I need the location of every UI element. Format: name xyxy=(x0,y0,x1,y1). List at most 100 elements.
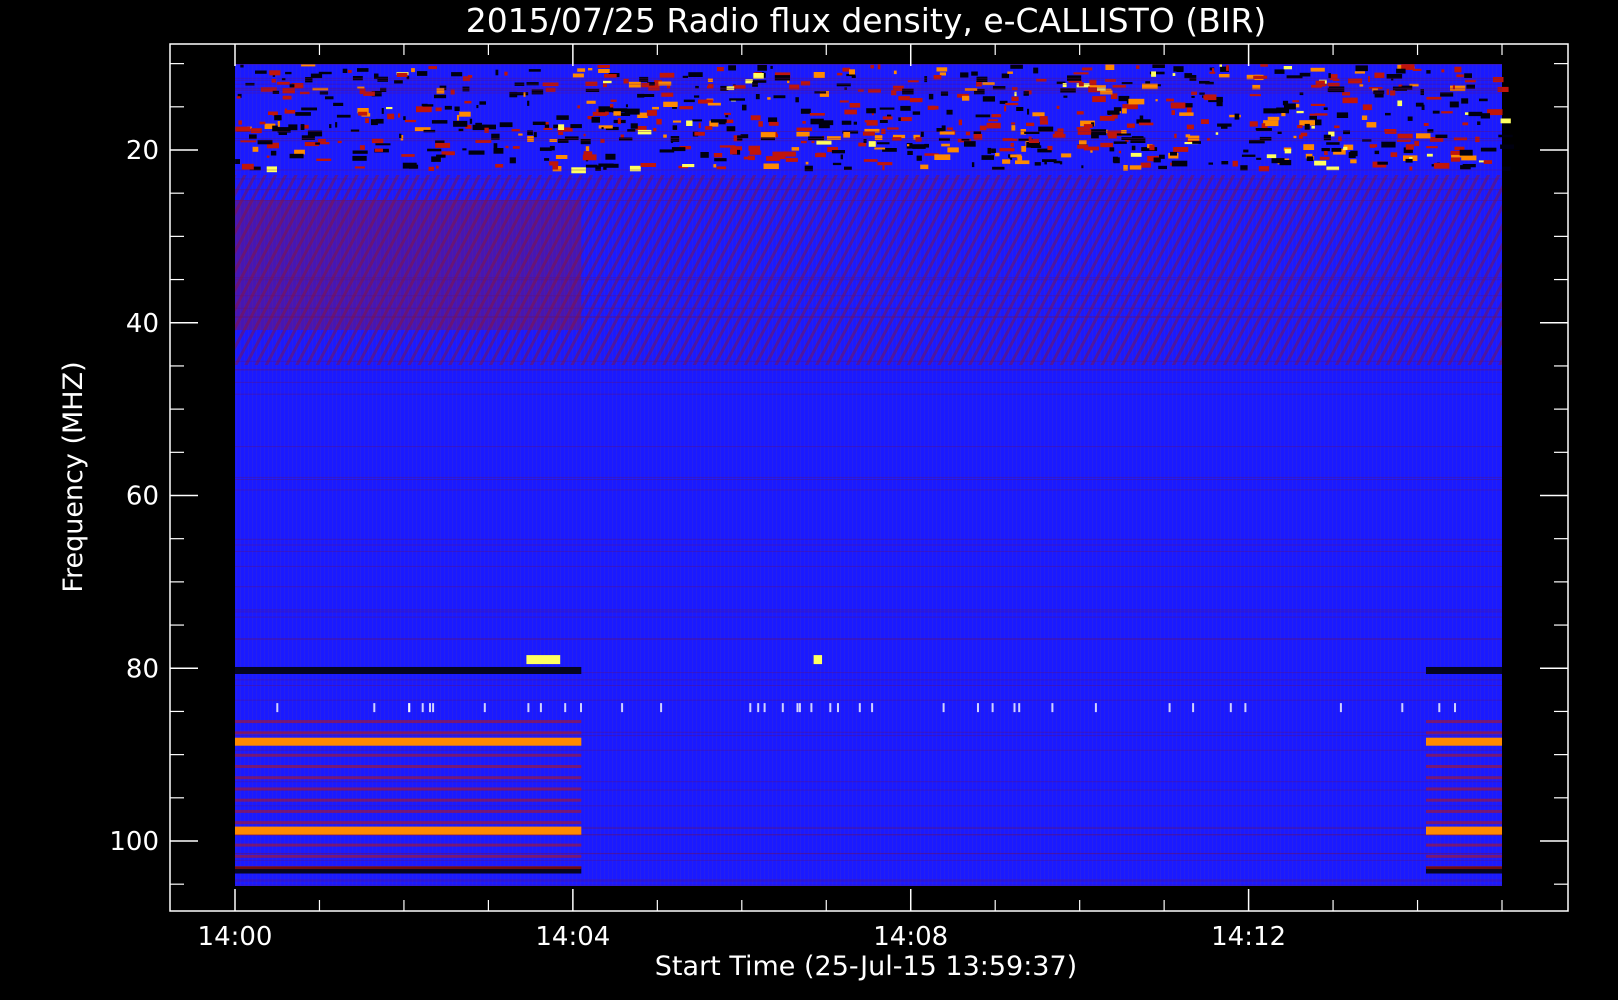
noise-cell xyxy=(975,114,991,118)
noise-cell xyxy=(1010,154,1022,158)
noise-cell xyxy=(728,65,736,71)
noise-cell xyxy=(1038,126,1054,132)
noise-cell xyxy=(811,140,815,144)
noise-cell xyxy=(1461,98,1469,104)
noise-cell xyxy=(1130,152,1142,157)
rfi-stripe xyxy=(235,787,582,791)
noise-cell xyxy=(898,96,910,101)
noise-cell xyxy=(289,153,304,159)
noise-cell xyxy=(1456,74,1464,78)
spike xyxy=(1168,703,1171,713)
noise-cell xyxy=(335,122,338,128)
background-line xyxy=(235,565,1502,567)
rfi-stripe xyxy=(1425,764,1502,768)
noise-cell xyxy=(583,151,588,154)
noise-cell xyxy=(1502,166,1511,171)
noise-cell xyxy=(986,122,1001,129)
noise-cell xyxy=(435,142,451,148)
noise-cell xyxy=(773,95,786,99)
noise-cell xyxy=(325,96,334,100)
noise-cell xyxy=(710,119,727,123)
noise-cell xyxy=(801,140,807,144)
background-line xyxy=(235,489,1502,491)
noise-cell xyxy=(1267,116,1280,121)
background-line xyxy=(235,138,1502,139)
noise-cell xyxy=(1234,113,1240,120)
noise-cell xyxy=(692,119,702,122)
noise-cell xyxy=(1044,160,1047,165)
rfi-stripe xyxy=(235,809,582,813)
noise-cell xyxy=(656,118,662,125)
noise-cell xyxy=(371,119,378,126)
noise-cell xyxy=(877,162,893,166)
background-line xyxy=(235,805,1502,807)
noise-cell xyxy=(858,142,867,147)
noise-cell xyxy=(1151,71,1156,77)
noise-cell xyxy=(1039,116,1048,121)
noise-cell xyxy=(800,81,811,86)
noise-cell xyxy=(717,67,724,72)
noise-cell xyxy=(301,107,317,111)
noise-cell xyxy=(1186,106,1192,113)
noise-cell xyxy=(1433,162,1450,169)
noise-cell xyxy=(767,97,771,100)
noise-cell xyxy=(730,148,737,155)
noise-cell xyxy=(965,131,971,136)
noise-cell xyxy=(403,116,406,121)
noise-cell xyxy=(971,71,978,76)
noise-cell xyxy=(1138,122,1154,126)
noise-cell xyxy=(1107,110,1120,115)
noise-cell xyxy=(866,121,878,126)
noise-cell xyxy=(238,120,242,125)
noise-cell xyxy=(427,148,442,152)
noise-cell xyxy=(597,65,610,68)
noise-cell xyxy=(694,132,705,136)
noise-cell xyxy=(266,166,277,173)
noise-cell xyxy=(1427,129,1434,133)
x-tick-label: 14:08 xyxy=(873,922,948,952)
noise-cell xyxy=(272,90,280,94)
rfi-stripe xyxy=(235,866,582,870)
noise-cell xyxy=(637,129,652,135)
noise-cell xyxy=(1462,122,1469,126)
noise-cell xyxy=(646,110,657,116)
background-line xyxy=(235,544,1502,546)
noise-cell xyxy=(971,162,975,168)
noise-cell xyxy=(866,108,876,114)
noise-cell xyxy=(816,152,826,155)
y-tick-label: 20 xyxy=(126,136,159,166)
background-line xyxy=(235,859,1502,861)
noise-cell xyxy=(758,121,763,127)
noise-cell xyxy=(907,144,910,147)
noise-cell xyxy=(532,121,546,125)
noise-cell xyxy=(495,69,499,76)
noise-cell xyxy=(352,155,367,161)
noise-cell xyxy=(964,141,976,147)
noise-cell xyxy=(598,69,610,73)
noise-cell xyxy=(294,149,305,155)
noise-cell xyxy=(726,126,736,132)
background-line xyxy=(235,295,1502,297)
background-line xyxy=(235,616,1502,618)
rfi-stripe xyxy=(235,776,582,780)
noise-cell xyxy=(853,121,857,125)
noise-cell xyxy=(1218,74,1230,78)
noise-cell xyxy=(640,94,655,97)
noise-cell xyxy=(577,105,580,109)
noise-cell xyxy=(653,128,657,132)
noise-cell xyxy=(844,109,857,115)
noise-cell xyxy=(255,70,267,74)
image-edge xyxy=(235,886,1502,890)
noise-cell xyxy=(1263,108,1278,114)
background-line xyxy=(235,479,1502,480)
noise-cell xyxy=(582,154,597,161)
background-line xyxy=(235,586,1502,588)
noise-cell xyxy=(285,71,292,75)
noise-cell xyxy=(495,164,504,168)
background-line xyxy=(235,317,1502,318)
noise-cell xyxy=(1266,154,1277,159)
noise-cell xyxy=(1374,150,1380,155)
noise-cell xyxy=(603,80,612,84)
noise-cell xyxy=(1212,68,1215,74)
background-line xyxy=(235,609,1502,611)
